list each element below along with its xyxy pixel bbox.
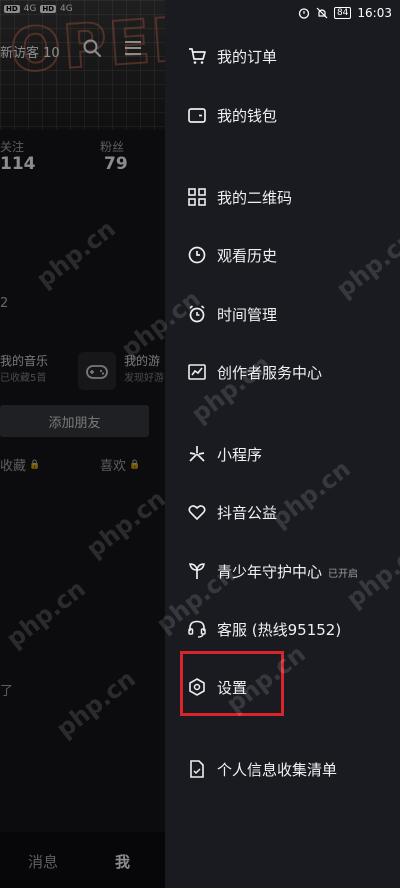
sprout-icon — [187, 561, 207, 581]
wallet-icon — [187, 105, 207, 125]
status-badge: 已开启 — [328, 568, 359, 580]
heart-icon — [187, 502, 207, 522]
headset-icon — [187, 619, 207, 639]
menu-item-history[interactable]: 观看历史 — [165, 235, 400, 275]
menu-item-time-management[interactable]: 时间管理 — [165, 294, 400, 334]
profile-page: OPEN HD 4G HD 4G 新访客 10 关注 114 粉丝 79 2 我… — [0, 0, 165, 888]
asterisk-icon — [187, 444, 207, 464]
menu-item-charity[interactable]: 抖音公益 — [165, 492, 400, 532]
side-drawer-menu: 84 16:03 我的订单 我的钱包 我的二维码 观看历史 时间管理 创作者服务… — [165, 0, 400, 888]
clock-time: 16:03 — [357, 6, 392, 20]
menu-item-qrcode[interactable]: 我的二维码 — [165, 177, 400, 217]
highlight-box-settings — [180, 651, 284, 716]
battery-level: 84 — [333, 7, 352, 19]
menu-item-youth-protection[interactable]: 青少年守护中心 已开启 — [165, 551, 400, 591]
qrcode-icon — [187, 187, 207, 207]
menu-item-personal-info-list[interactable]: 个人信息收集清单 — [165, 749, 400, 789]
clock-icon — [187, 245, 207, 265]
alarm-icon — [187, 304, 207, 324]
cart-icon — [187, 46, 207, 66]
menu-item-customer-service[interactable]: 客服 (热线95152) — [165, 609, 400, 649]
menu-item-creator-center[interactable]: 创作者服务中心 — [165, 352, 400, 392]
menu-item-wallet[interactable]: 我的钱包 — [165, 95, 400, 135]
mute-bell-icon — [316, 7, 328, 19]
menu-item-mini-programs[interactable]: 小程序 — [165, 434, 400, 474]
document-icon — [187, 759, 207, 779]
chart-icon — [187, 362, 207, 382]
drawer-overlay[interactable] — [0, 0, 165, 888]
status-bar-right: 84 16:03 — [298, 6, 392, 20]
alarm-status-icon — [298, 8, 310, 19]
menu-item-orders[interactable]: 我的订单 — [165, 36, 400, 76]
